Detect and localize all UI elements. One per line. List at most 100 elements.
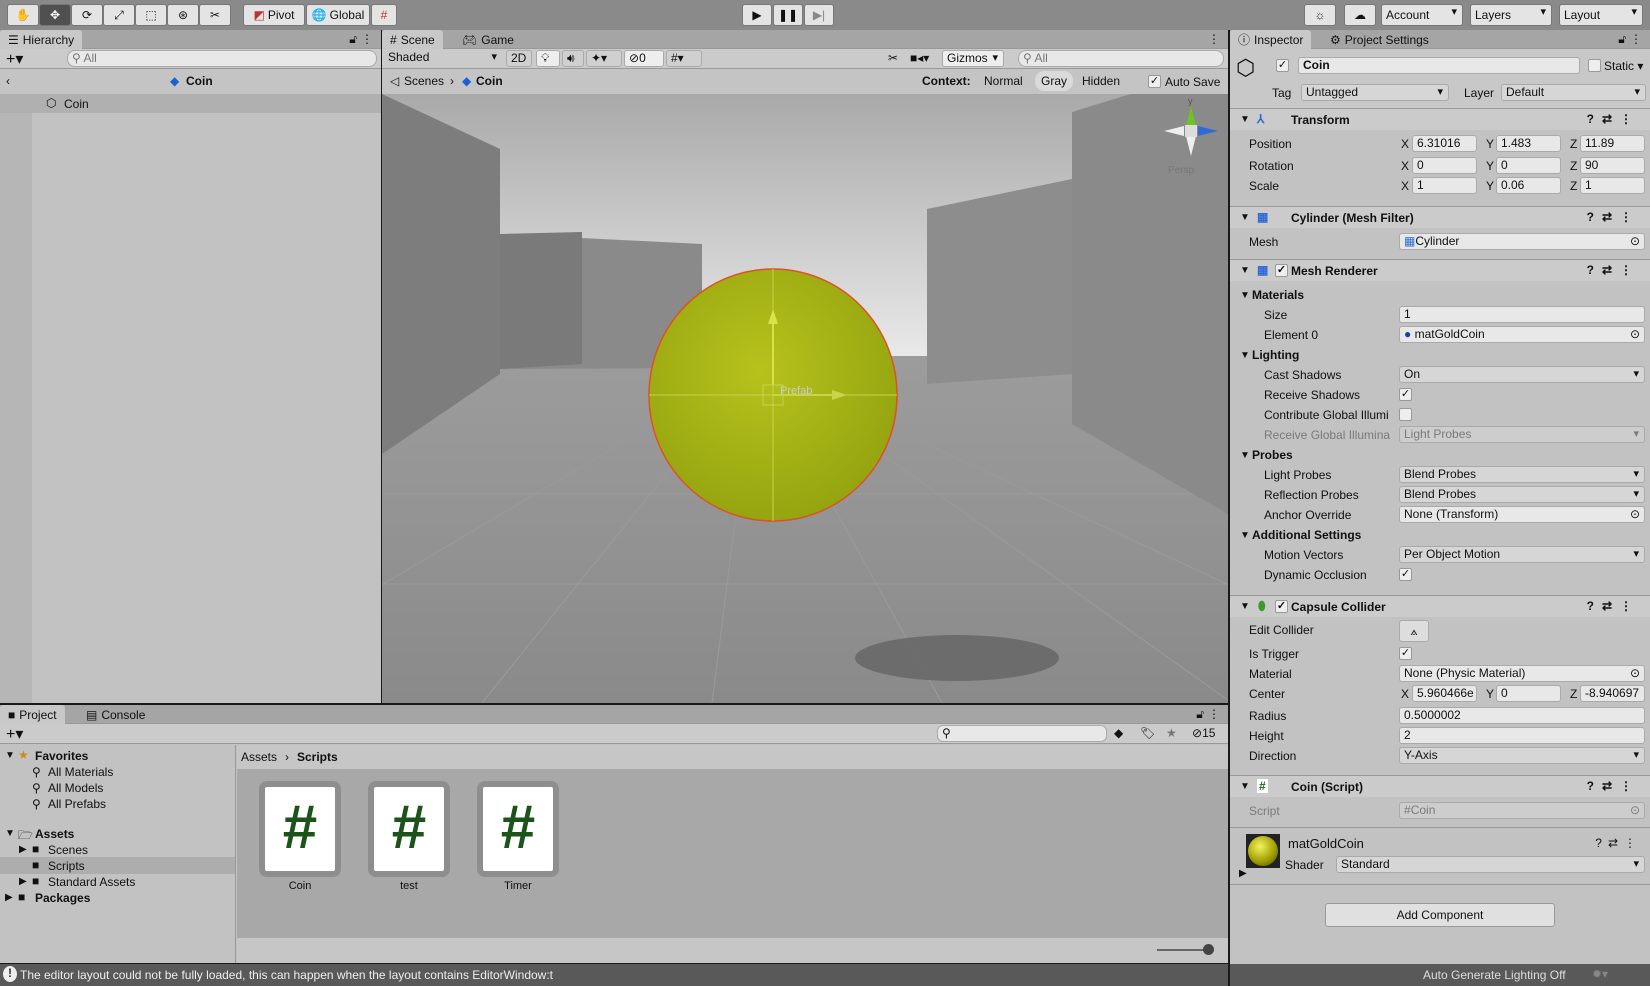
tab-hierarchy[interactable]: ☰ Hierarchy: [0, 30, 83, 49]
shader-dropdown[interactable]: Standard: [1336, 856, 1645, 873]
scenes-folder[interactable]: Scenes: [48, 843, 88, 857]
is-trigger-checkbox[interactable]: ✓: [1399, 647, 1412, 660]
icon-size-slider-handle[interactable]: [1203, 944, 1214, 955]
context-gray[interactable]: Gray: [1035, 71, 1074, 91]
collapse-icon[interactable]: ▼: [1240, 212, 1250, 223]
rect-tool-button[interactable]: ⬚: [135, 4, 167, 26]
rotation-x[interactable]: 0: [1412, 157, 1477, 174]
effects-dropdown[interactable]: ✦▾: [586, 50, 622, 67]
breadcrumb-scenes[interactable]: Scenes: [404, 74, 444, 88]
additional-settings-foldout[interactable]: Additional Settings: [1252, 528, 1361, 542]
shading-mode-dropdown[interactable]: Shaded: [384, 50, 502, 67]
play-button[interactable]: ▶: [742, 4, 772, 26]
scripts-folder[interactable]: ■ Scripts: [0, 857, 235, 874]
tab-project-settings[interactable]: ⚙ Project Settings: [1322, 30, 1437, 49]
gizmos-dropdown[interactable]: Gizmos: [942, 50, 1004, 67]
filter-type-icon[interactable]: ◆: [1114, 726, 1123, 740]
scale-y[interactable]: 0.06: [1496, 177, 1561, 194]
scale-z[interactable]: 1: [1580, 177, 1645, 194]
file-item[interactable]: # Timer: [475, 781, 561, 892]
more-icon[interactable]: ⋮: [1630, 32, 1642, 46]
lock-icon[interactable]: 🔓︎: [1196, 707, 1204, 722]
custom-tool-button[interactable]: ✂: [199, 4, 231, 26]
camera-icon[interactable]: ■◂▾: [910, 51, 929, 65]
tab-inspector[interactable]: ⓘ Inspector: [1230, 30, 1312, 49]
icon-size-slider[interactable]: [1157, 949, 1207, 951]
component-actions[interactable]: ?⇄⋮: [1587, 263, 1640, 277]
object-picker-icon[interactable]: ⊙: [1630, 507, 1640, 522]
tools-icon[interactable]: ✂: [888, 51, 898, 65]
status-message[interactable]: The editor layout could not be fully loa…: [20, 968, 553, 982]
object-name-input[interactable]: Coin: [1298, 57, 1580, 74]
position-x[interactable]: 6.31016: [1412, 135, 1477, 152]
reflection-probes-dropdown[interactable]: Blend Probes: [1399, 486, 1645, 503]
move-tool-button[interactable]: ✥: [39, 4, 71, 26]
context-normal[interactable]: Normal: [984, 74, 1023, 88]
capsule-collider-header[interactable]: ▼ ⬮ ✓ Capsule Collider ?⇄⋮: [1230, 595, 1650, 617]
hierarchy-search-input[interactable]: ⚲ All: [67, 50, 377, 67]
step-button[interactable]: ▶|: [804, 4, 834, 26]
lighting-toggle[interactable]: 💡︎: [536, 50, 560, 67]
light-settings-button[interactable]: ☼: [1304, 4, 1336, 26]
pause-button[interactable]: ❚❚: [773, 4, 803, 26]
add-button[interactable]: +▾: [6, 49, 23, 69]
project-search-input[interactable]: ⚲: [937, 725, 1107, 742]
component-actions[interactable]: ?⇄⋮: [1587, 210, 1640, 224]
hidden-packages-toggle[interactable]: ⊘15: [1192, 726, 1215, 740]
lock-icon[interactable]: 🔓︎: [349, 32, 357, 47]
layers-dropdown[interactable]: Layers: [1470, 4, 1552, 26]
static-dropdown[interactable]: Static ▾: [1604, 59, 1643, 73]
file-item[interactable]: # Coin: [257, 781, 343, 892]
layer-dropdown[interactable]: Default: [1501, 84, 1646, 101]
mesh-renderer-header[interactable]: ▼ ▦ ✓ Mesh Renderer ?⇄⋮: [1230, 259, 1650, 281]
bug-icon[interactable]: ✹▾: [1592, 967, 1608, 981]
tab-game[interactable]: 🎮︎ Game: [454, 30, 522, 49]
collapse-icon[interactable]: ▼: [1240, 265, 1250, 276]
collapse-icon[interactable]: ▼: [1240, 114, 1250, 125]
object-picker-icon[interactable]: ⊙: [1630, 327, 1640, 342]
direction-dropdown[interactable]: Y-Axis: [1399, 747, 1645, 764]
auto-save-checkbox[interactable]: ✓: [1148, 75, 1161, 88]
motion-vectors-dropdown[interactable]: Per Object Motion: [1399, 546, 1645, 563]
context-hidden[interactable]: Hidden: [1082, 74, 1120, 88]
dynamic-occlusion-checkbox[interactable]: ✓: [1399, 568, 1412, 581]
lock-icon[interactable]: 🔓︎: [1618, 32, 1626, 47]
favorite-all-materials[interactable]: All Materials: [48, 765, 113, 779]
center-y[interactable]: 0: [1496, 685, 1561, 702]
grid-dropdown[interactable]: #▾: [666, 50, 702, 67]
favorites-item[interactable]: Favorites: [35, 749, 88, 763]
mesh-filter-header[interactable]: ▼ ▦ Cylinder (Mesh Filter) ?⇄⋮: [1230, 206, 1650, 228]
rotate-tool-button[interactable]: ⟳: [71, 4, 103, 26]
center-x[interactable]: 5.960466e: [1412, 685, 1477, 702]
materials-size-input[interactable]: 1: [1399, 306, 1645, 323]
height-input[interactable]: 2: [1399, 727, 1645, 744]
object-picker-icon[interactable]: ⊙: [1630, 234, 1640, 249]
assets-folder[interactable]: Assets: [35, 827, 74, 841]
center-z[interactable]: -8.940697: [1580, 685, 1645, 702]
back-icon[interactable]: ‹: [6, 74, 10, 88]
hand-tool-button[interactable]: ✋: [7, 4, 39, 26]
materials-foldout[interactable]: Materials: [1252, 288, 1304, 302]
transform-tool-button[interactable]: ⊛: [167, 4, 199, 26]
standard-assets-folder[interactable]: Standard Assets: [48, 875, 135, 889]
contribute-gi-checkbox[interactable]: [1399, 408, 1412, 421]
hidden-objects-toggle[interactable]: ⊘0: [624, 50, 664, 67]
hierarchy-item[interactable]: ⬡ Coin: [0, 94, 381, 113]
object-picker-icon[interactable]: ⊙: [1630, 666, 1640, 681]
enabled-checkbox[interactable]: ✓: [1275, 600, 1288, 613]
scene-search-input[interactable]: ⚲ All: [1018, 50, 1224, 67]
anchor-override-field[interactable]: None (Transform) ⊙: [1399, 506, 1645, 523]
create-button[interactable]: +▾: [6, 724, 23, 744]
collapse-icon[interactable]: ▼: [1240, 601, 1250, 612]
enabled-checkbox[interactable]: ✓: [1275, 264, 1288, 277]
add-component-button[interactable]: Add Component: [1325, 903, 1555, 927]
file-item[interactable]: # test: [366, 781, 452, 892]
active-checkbox[interactable]: ✓: [1276, 59, 1289, 72]
more-icon[interactable]: ⋮: [361, 32, 373, 46]
light-probes-dropdown[interactable]: Blend Probes: [1399, 466, 1645, 483]
packages-folder[interactable]: Packages: [35, 891, 90, 905]
cloud-button[interactable]: ☁: [1344, 4, 1376, 26]
pivot-button[interactable]: ◩ Pivot: [243, 4, 305, 26]
coin-script-header[interactable]: ▼ # Coin (Script) ?⇄⋮: [1230, 775, 1650, 797]
probes-foldout[interactable]: Probes: [1252, 448, 1293, 462]
